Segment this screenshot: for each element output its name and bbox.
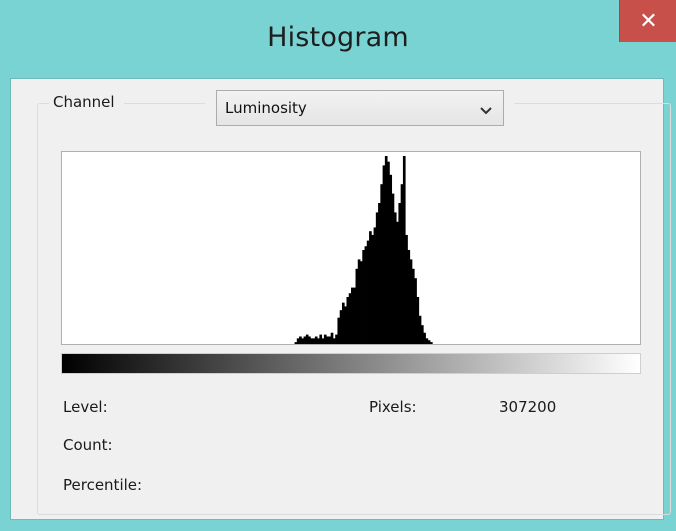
window-title: Histogram [267,22,409,53]
groupbox-gap-right [504,103,514,117]
groupbox-gap-left [205,103,216,117]
histogram-plot[interactable] [61,151,641,345]
dialog-body: Channel Luminosity Level: Count: Percent… [10,78,671,520]
level-label: Level: [63,398,108,416]
histogram-bar [430,342,433,344]
channel-label: Channel [49,93,124,111]
histogram-window: Histogram ✕ Channel Luminosity Level: Co… [0,0,676,531]
close-icon: ✕ [639,8,658,34]
close-button[interactable]: ✕ [619,0,676,42]
pixels-value: 307200 [499,398,557,416]
chevron-down-icon [479,102,493,115]
luminosity-gradient-bar [61,353,641,374]
count-label: Count: [63,436,113,454]
channel-dropdown[interactable]: Luminosity [216,90,504,126]
title-bar[interactable]: Histogram ✕ [0,0,676,80]
histogram-svg [294,156,433,344]
channel-dropdown-value: Luminosity [225,99,307,117]
pixels-label: Pixels: [369,398,417,416]
percentile-label: Percentile: [63,476,143,494]
histogram-bars [294,156,433,344]
